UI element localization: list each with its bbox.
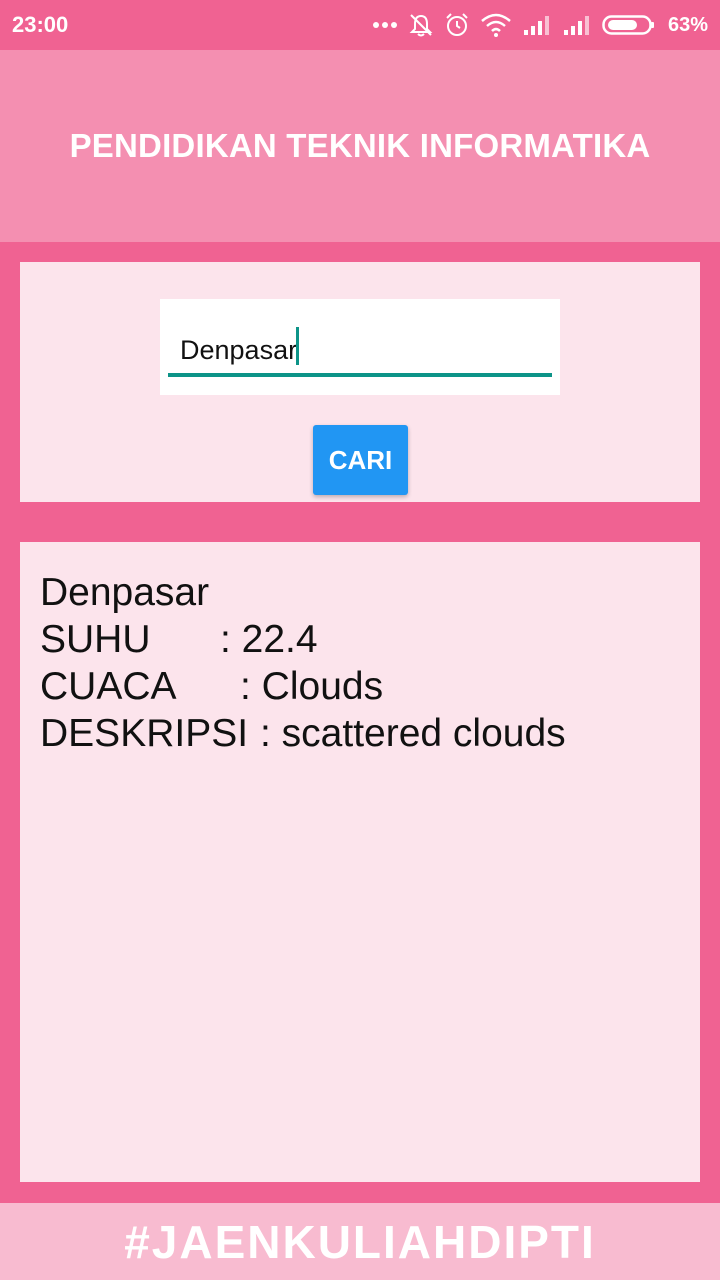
result-label: SUHU [40,618,151,661]
battery-percentage: 63% [667,13,708,36]
search-panel: CARI [20,262,700,502]
more-dots-icon [372,21,398,29]
result-row-suhu: SUHU : 22.4 [40,616,566,663]
wifi-icon [480,13,512,37]
status-time: 23:00 [12,12,69,37]
app-title: PENDIDIKAN TEKNIK INFORMATIKA [69,127,651,164]
search-box [160,299,560,395]
signal-icon [562,14,592,36]
footer: #JAENKULIAHDIPTI [0,1203,720,1280]
result-value: : scattered clouds [260,712,566,755]
result-value: : Clouds [240,665,384,708]
search-button[interactable]: CARI [313,425,408,495]
signal-icon [522,14,552,36]
status-bar: 23:00 63% [0,0,720,50]
status-icons: 63% [372,10,708,40]
result-panel: Denpasar SUHU : 22.4 CUACA : Clouds DESKRI… [20,542,700,1182]
text-cursor [296,327,299,365]
result-city: Denpasar [40,571,210,614]
result-label: CUACA [40,665,177,708]
app-header: PENDIDIKAN TEKNIK INFORMATIKA [0,50,720,242]
result-row-cuaca: CUACA : Clouds [40,663,566,710]
result-value: : 22.4 [220,618,318,661]
notifications-off-icon [408,12,434,38]
result-row-deskripsi: DESKRIPSI : scattered clouds [40,710,566,757]
battery-icon [602,14,656,36]
footer-hashtag: #JAENKULIAHDIPTI [124,1215,596,1268]
result-label: DESKRIPSI [40,712,249,755]
weather-result: Denpasar SUHU : 22.4 CUACA : Clouds DESKRI… [40,569,566,757]
alarm-icon [444,12,470,38]
city-search-input[interactable] [168,327,552,377]
